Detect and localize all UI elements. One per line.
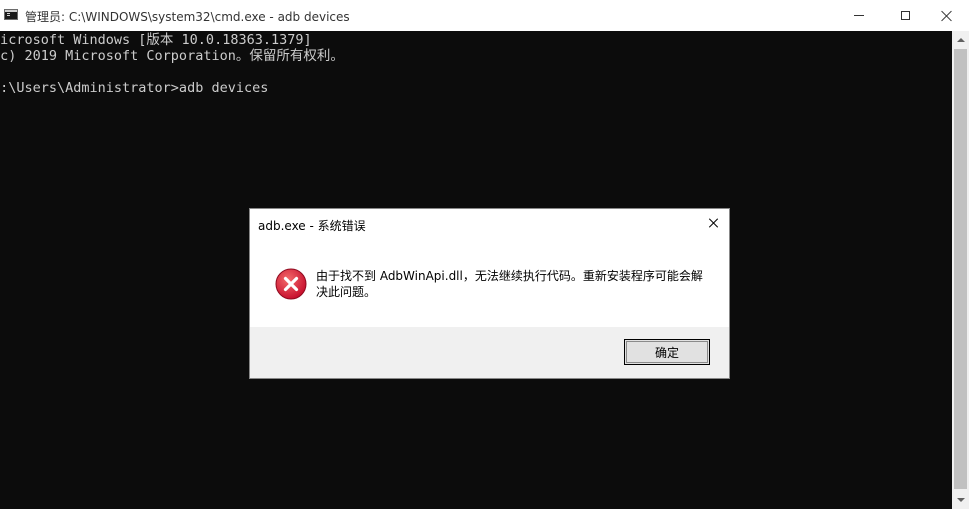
minimize-button[interactable] [836,0,882,31]
console-line: (c) 2019 Microsoft Corporation。保留所有权利。 [0,48,344,64]
cmd-window: 管理员: C:\WINDOWS\system32\cmd.exe - adb d… [0,0,969,509]
error-icon [275,268,307,300]
scroll-up-icon[interactable] [952,31,969,48]
maximize-button[interactable] [882,0,928,31]
close-icon [709,218,719,228]
dialog-footer: 确定 [250,327,729,378]
cmd-icon[interactable] [4,9,18,20]
ok-button[interactable]: 确定 [624,339,710,365]
minimize-icon [854,15,864,16]
scroll-down-icon[interactable] [952,492,969,509]
title-bar[interactable]: 管理员: C:\WINDOWS\system32\cmd.exe - adb d… [0,0,969,31]
vertical-scrollbar[interactable] [952,31,969,509]
dialog-message: 由于找不到 AdbWinApi.dll，无法继续执行代码。重新安装程序可能会解决… [316,269,703,299]
maximize-icon [900,11,910,20]
close-button[interactable] [925,0,969,31]
close-icon [941,10,953,22]
console-line: C:\Users\Administrator>adb devices [0,80,269,96]
dialog-close-button[interactable] [705,214,723,232]
window-title: 管理员: C:\WINDOWS\system32\cmd.exe - adb d… [25,10,350,24]
error-dialog: adb.exe - 系统错误 由于找不到 AdbWinApi.dll，无法继续执… [249,208,730,379]
dialog-title: adb.exe - 系统错误 [258,219,366,233]
console-line: Microsoft Windows [版本 10.0.18363.1379] [0,32,312,48]
scroll-thumb[interactable] [954,49,967,489]
